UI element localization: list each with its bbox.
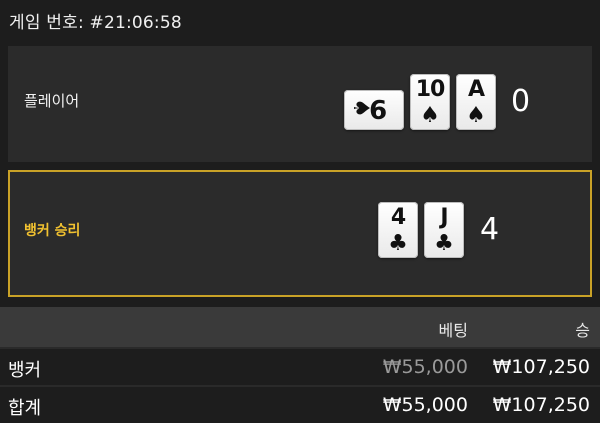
spade-icon: ♠ xyxy=(347,98,373,118)
player-score: 0 xyxy=(511,84,531,119)
win-column-header: 승 xyxy=(575,321,590,340)
card-rank: 10 xyxy=(415,77,446,102)
banker-hand-panel: 뱅커 승리 4 ♣ J ♣ 4 xyxy=(8,170,592,297)
player-card-3: A ♠ xyxy=(456,74,496,130)
card-rank: A xyxy=(467,77,485,102)
spade-icon: ♠ xyxy=(420,103,440,128)
card-rank: J xyxy=(440,205,448,230)
bet-column-header: 베팅 xyxy=(438,321,468,340)
player-hand-panel: 플레이어 ♠ 9 10 ♠ A ♠ 0 xyxy=(8,46,592,162)
banker-card-1: 4 ♣ xyxy=(378,202,418,258)
win-amount: ₩107,250 xyxy=(492,356,590,378)
bet-results-table: 베팅 승 뱅커 ₩55,000 ₩107,250 합계 ₩55,000 ₩107… xyxy=(0,307,600,423)
club-icon: ♣ xyxy=(434,231,454,256)
card-rank: 4 xyxy=(390,205,406,230)
game-header: 게임 번호: #21:06:58 xyxy=(0,0,600,40)
table-header: 베팅 승 xyxy=(0,307,600,347)
bet-name: 뱅커 xyxy=(8,360,42,381)
total-win-amount: ₩107,250 xyxy=(492,394,590,416)
bet-amount: ₩55,000 xyxy=(382,356,468,378)
banker-card-2: J ♣ xyxy=(424,202,464,258)
total-label: 합계 xyxy=(8,398,42,419)
club-icon: ♣ xyxy=(388,231,408,256)
table-row: 합계 ₩55,000 ₩107,250 xyxy=(0,385,600,423)
player-cards: ♠ 9 10 ♠ A ♠ xyxy=(344,74,496,130)
player-label: 플레이어 xyxy=(24,92,80,110)
spade-icon: ♠ xyxy=(466,103,486,128)
card-rank: 9 xyxy=(370,93,388,123)
banker-cards: 4 ♣ J ♣ xyxy=(378,202,464,258)
total-bet-amount: ₩55,000 xyxy=(382,394,468,416)
player-card-1: ♠ 9 xyxy=(344,90,404,130)
banker-win-label: 뱅커 승리 xyxy=(24,223,81,239)
game-number-title: 게임 번호: #21:06:58 xyxy=(9,13,182,33)
player-card-2: 10 ♠ xyxy=(410,74,450,130)
table-row: 뱅커 ₩55,000 ₩107,250 xyxy=(0,347,600,385)
banker-score: 4 xyxy=(480,212,500,247)
